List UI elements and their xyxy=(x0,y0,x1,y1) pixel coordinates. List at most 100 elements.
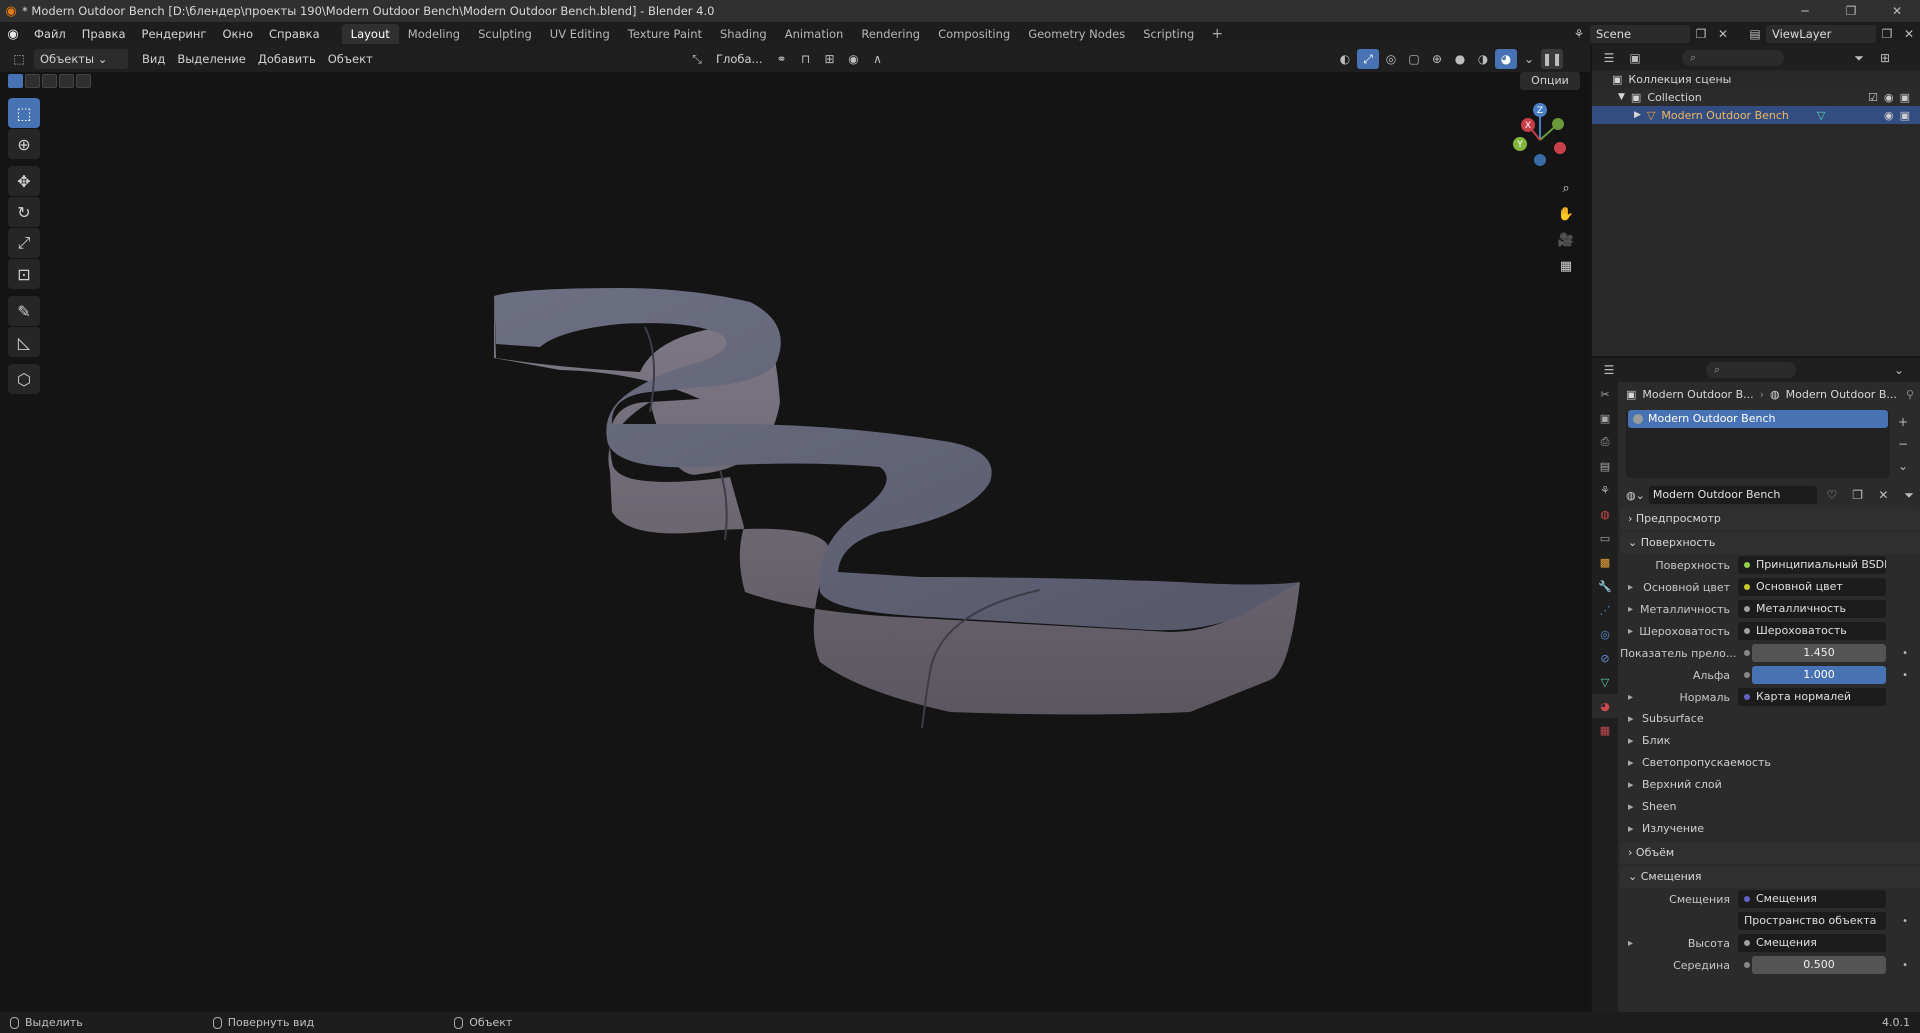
output-tab-icon[interactable]: ⎙ xyxy=(1592,430,1618,454)
socket-icon[interactable] xyxy=(1744,962,1750,968)
tab-compositing[interactable]: Compositing xyxy=(929,24,1019,44)
scene-name[interactable]: Scene xyxy=(1590,25,1690,43)
expand-arrow-icon[interactable]: ▶ xyxy=(1634,110,1641,120)
duplicate-material-icon[interactable]: ❐ xyxy=(1847,485,1869,505)
tab-rendering[interactable]: Rendering xyxy=(852,24,929,44)
scene-tab-icon[interactable]: ⚘ xyxy=(1592,478,1618,502)
move-tool-icon[interactable]: ✥ xyxy=(8,166,40,196)
tab-scripting[interactable]: Scripting xyxy=(1134,24,1203,44)
socket-icon[interactable] xyxy=(1744,650,1750,656)
subpanel-emission[interactable]: Излучение xyxy=(1620,818,1920,840)
view-layer-selector[interactable]: ▤ ViewLayer ❐ ✕ xyxy=(1744,24,1920,44)
select-subtract-icon[interactable] xyxy=(42,74,57,88)
shading-options-icon[interactable]: ⌄ xyxy=(1518,49,1540,69)
outliner-search-input[interactable]: ⌕ xyxy=(1682,50,1784,66)
camera-icon[interactable]: ▣ xyxy=(1900,91,1910,104)
add-cube-tool-icon[interactable]: ⬡ xyxy=(8,364,40,394)
height-field[interactable]: Смещения xyxy=(1738,934,1886,952)
base-color-field[interactable]: Основной цвет xyxy=(1738,578,1886,596)
menu-add[interactable]: Добавить xyxy=(252,49,322,69)
subpanel-specular[interactable]: Блик xyxy=(1620,730,1920,752)
subpanel-subsurface[interactable]: Subsurface xyxy=(1620,708,1920,730)
material-browse-icon[interactable]: ◍⌄ xyxy=(1626,489,1645,502)
tab-texture-paint[interactable]: Texture Paint xyxy=(619,24,711,44)
expand-arrow-icon[interactable]: ▸ xyxy=(1628,692,1633,703)
ortho-grid-icon[interactable]: ▦ xyxy=(1553,254,1579,278)
rendered-shading-icon[interactable]: ◕ xyxy=(1495,49,1517,69)
zoom-icon[interactable]: ⌕ xyxy=(1553,176,1579,200)
scene-selector[interactable]: ⚘ Scene ❐ ✕ xyxy=(1568,24,1734,44)
tab-uv-editing[interactable]: UV Editing xyxy=(541,24,619,44)
material-slot-list[interactable]: Modern Outdoor Bench xyxy=(1626,410,1890,478)
options-dropdown[interactable]: Опции xyxy=(1520,72,1580,90)
tab-shading[interactable]: Shading xyxy=(711,24,776,44)
pan-hand-icon[interactable]: ✋ xyxy=(1553,202,1579,226)
constraints-tab-icon[interactable]: ⊘ xyxy=(1592,646,1618,670)
checkbox-icon[interactable]: ☑ xyxy=(1868,91,1878,104)
expand-arrow-icon[interactable]: ▸ xyxy=(1628,938,1633,949)
new-view-layer-icon[interactable]: ❐ xyxy=(1876,24,1898,44)
measure-tool-icon[interactable]: ◺ xyxy=(8,327,40,357)
pause-render-icon[interactable]: ❚❚ xyxy=(1541,49,1563,69)
fake-user-icon[interactable]: ♡ xyxy=(1821,485,1843,505)
panel-surface[interactable]: ⌄ Поверхность xyxy=(1620,532,1920,554)
object-tab-icon[interactable]: ▩ xyxy=(1592,550,1618,574)
outliner-editor-type-icon[interactable]: ☰ xyxy=(1598,48,1620,68)
menu-edit[interactable]: Правка xyxy=(74,22,134,46)
navigation-gizmo[interactable]: Z X Y xyxy=(1500,100,1580,180)
pivot-icon[interactable]: ⚭ xyxy=(771,49,793,69)
menu-help[interactable]: Справка xyxy=(261,22,328,46)
midlevel-field[interactable]: 0.500 xyxy=(1752,956,1886,974)
mesh-data-tab-icon[interactable]: ▽ xyxy=(1592,670,1618,694)
annotate-tool-icon[interactable]: ✎ xyxy=(8,296,40,326)
surface-shader-field[interactable]: Принципиальный BSDF xyxy=(1738,556,1886,574)
tab-layout[interactable]: Layout xyxy=(341,24,399,44)
tab-animation[interactable]: Animation xyxy=(776,24,853,44)
roughness-field[interactable]: Шероховатость xyxy=(1738,622,1886,640)
subpanel-transmission[interactable]: Светопропускаемость xyxy=(1620,752,1920,774)
properties-options-icon[interactable]: ⌄ xyxy=(1888,360,1910,380)
collection-tab-icon[interactable]: ▭ xyxy=(1592,526,1618,550)
displacement-field[interactable]: Смещения xyxy=(1738,890,1886,908)
link-dropdown-icon[interactable]: ⏷ xyxy=(1898,485,1920,505)
restore-icon[interactable]: ❐ xyxy=(1828,0,1874,22)
3d-viewport[interactable]: Z X Y xyxy=(0,72,1590,1012)
camera-icon[interactable]: ▣ xyxy=(1900,109,1910,122)
proportional-edit-icon[interactable]: ◉ xyxy=(843,49,865,69)
properties-search-input[interactable]: ⌕ xyxy=(1706,362,1796,378)
editor-type-icon[interactable]: ⬚ xyxy=(8,49,30,69)
unlink-material-icon[interactable]: ✕ xyxy=(1872,485,1894,505)
expand-arrow-icon[interactable]: ▼ xyxy=(1618,92,1625,102)
transform-tool-icon[interactable]: ⊡ xyxy=(8,259,40,289)
camera-view-icon[interactable]: 🎥 xyxy=(1553,228,1579,252)
filter-icon[interactable]: ⏷ xyxy=(1848,48,1870,68)
socket-icon[interactable] xyxy=(1744,672,1750,678)
overlay-icon[interactable]: ◎ xyxy=(1380,49,1402,69)
select-box-tool-icon[interactable]: ⬚ xyxy=(8,98,40,128)
properties-editor-type-icon[interactable]: ☰ xyxy=(1598,360,1620,380)
outliner-collection[interactable]: ▼ ▣ Collection ☑ ◉ ▣ xyxy=(1592,88,1920,106)
cursor-tool-icon[interactable]: ⊕ xyxy=(8,129,40,159)
outliner-scene-collection[interactable]: ▣ Коллекция сцены xyxy=(1592,70,1920,88)
delete-scene-icon[interactable]: ✕ xyxy=(1712,24,1734,44)
space-dropdown[interactable]: Пространство объекта xyxy=(1738,912,1886,930)
material-name-field[interactable]: Modern Outdoor Bench xyxy=(1648,486,1817,504)
add-workspace-icon[interactable]: + xyxy=(1203,26,1231,42)
keyframe-icon[interactable]: • xyxy=(1902,648,1908,659)
tab-geometry-nodes[interactable]: Geometry Nodes xyxy=(1019,24,1134,44)
add-slot-icon[interactable]: + xyxy=(1892,412,1914,432)
gizmo-toggle-icon[interactable]: ⤢ xyxy=(1357,49,1379,69)
panel-volume[interactable]: › Объём xyxy=(1620,842,1920,864)
delete-view-layer-icon[interactable]: ✕ xyxy=(1898,24,1920,44)
gizmo-z-negative-axis[interactable] xyxy=(1534,154,1546,166)
keyframe-icon[interactable]: • xyxy=(1902,960,1908,971)
outliner-object-row[interactable]: ▶ ▽ Modern Outdoor Bench ▽ ◉ ▣ xyxy=(1592,106,1920,124)
subpanel-coat[interactable]: Верхний слой xyxy=(1620,774,1920,796)
expand-arrow-icon[interactable]: ▸ xyxy=(1628,582,1633,593)
expand-arrow-icon[interactable]: ▸ xyxy=(1628,626,1633,637)
eye-icon[interactable]: ◉ xyxy=(1884,109,1894,122)
select-extend-icon[interactable] xyxy=(25,74,40,88)
slot-specials-icon[interactable]: ⌄ xyxy=(1892,456,1914,476)
menu-view[interactable]: Вид xyxy=(136,49,171,69)
tab-modeling[interactable]: Modeling xyxy=(399,24,469,44)
